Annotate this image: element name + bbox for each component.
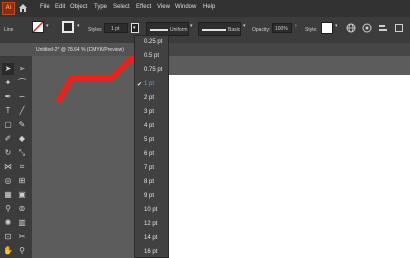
stroke-option-2[interactable]: 2 pt bbox=[144, 95, 154, 101]
paintbrush-icon[interactable]: ✎ bbox=[17, 120, 27, 130]
eyedropper-icon[interactable]: ⚲ bbox=[3, 204, 13, 214]
magic-wand-icon[interactable]: ✦ bbox=[3, 78, 13, 88]
selection-tool-icon[interactable]: ➤ bbox=[3, 64, 13, 74]
menu-bar: Ai File Edit Object Type Select Effect V… bbox=[0, 0, 410, 17]
menu-select[interactable]: Select bbox=[113, 4, 130, 10]
mesh-tool-icon[interactable]: ▦ bbox=[3, 190, 13, 200]
menu-type[interactable]: Type bbox=[94, 4, 107, 10]
shape-builder-icon[interactable]: ◎ bbox=[3, 176, 13, 186]
document-tab-title: Untitled-2* @ 78.64 % (CMYK/Preview) bbox=[36, 47, 124, 53]
chevron-down-icon: ▾ bbox=[133, 25, 136, 31]
document-tab-bar: Untitled-2* @ 78.64 % (CMYK/Preview) bbox=[32, 43, 410, 56]
red-stroke-path[interactable] bbox=[55, 56, 142, 104]
gradient-tool-icon[interactable]: ▣ bbox=[17, 190, 27, 200]
brush-definition[interactable]: Basic bbox=[198, 22, 241, 36]
line-tool-icon[interactable]: ╱ bbox=[17, 106, 27, 116]
column-graph-icon[interactable]: ▥ bbox=[17, 218, 27, 228]
variable-width-profile[interactable]: Uniform bbox=[146, 22, 189, 36]
app-logo: Ai bbox=[2, 2, 15, 15]
tools-panel: ➤ ➢ ✦ ⌒ ✒ ∽ T ╱ ▢ ✎ ✐ ◆ ↻ ⤡ ⋈ ⌗ ◎ ⊞ ▦ ▣ … bbox=[0, 56, 32, 258]
profile-label: Uniform bbox=[170, 27, 188, 33]
opacity-label: Opacity: bbox=[252, 27, 271, 33]
stroke-option-8[interactable]: 8 pt bbox=[144, 179, 154, 185]
free-transform-icon[interactable]: ⌗ bbox=[17, 162, 27, 172]
style-label: Style: bbox=[305, 27, 318, 33]
checkmark-icon: ✔ bbox=[137, 82, 143, 88]
stroke-option-1-selected[interactable]: 1 pt bbox=[144, 81, 154, 87]
symbol-sprayer-icon[interactable]: ✺ bbox=[3, 218, 13, 228]
artboard[interactable] bbox=[168, 75, 410, 258]
stroke-option-0-25[interactable]: 0.25 pt bbox=[144, 39, 162, 45]
brush-dropdown-icon[interactable]: ▾ bbox=[243, 23, 246, 29]
styles-label: Styles bbox=[88, 27, 102, 33]
width-tool-icon[interactable]: ⋈ bbox=[3, 162, 13, 172]
stroke-option-9[interactable]: 9 pt bbox=[144, 193, 154, 199]
home-icon[interactable] bbox=[18, 3, 28, 13]
menu-edit[interactable]: Edit bbox=[55, 4, 65, 10]
menu-effect[interactable]: Effect bbox=[136, 4, 151, 10]
align-icon[interactable] bbox=[378, 23, 388, 33]
blend-tool-icon[interactable]: ⊚ bbox=[17, 204, 27, 214]
stroke-option-14[interactable]: 14 pt bbox=[144, 235, 157, 241]
perspective-grid-icon[interactable]: ⊞ bbox=[17, 176, 27, 186]
scale-tool-icon[interactable]: ⤡ bbox=[17, 148, 27, 158]
rectangle-tool-icon[interactable]: ▢ bbox=[3, 120, 13, 130]
fill-dropdown-icon[interactable]: ▾ bbox=[46, 23, 49, 29]
stroke-option-16[interactable]: 16 pt bbox=[144, 249, 157, 255]
rotate-tool-icon[interactable]: ↻ bbox=[3, 148, 13, 158]
style-dropdown-icon[interactable]: ▾ bbox=[335, 23, 338, 29]
menu-view[interactable]: View bbox=[157, 4, 170, 10]
fill-swatch[interactable] bbox=[32, 21, 44, 33]
graphic-style-swatch[interactable] bbox=[321, 22, 333, 34]
stroke-option-4[interactable]: 4 pt bbox=[144, 123, 154, 129]
brush-label: Basic bbox=[228, 27, 241, 33]
curvature-tool-icon[interactable]: ∽ bbox=[17, 92, 27, 102]
stroke-option-0-75[interactable]: 0.75 pt bbox=[144, 67, 162, 73]
type-tool-icon[interactable]: T bbox=[3, 106, 13, 116]
brush-line bbox=[202, 29, 226, 31]
recolor-icon[interactable] bbox=[362, 23, 372, 33]
stroke-weight-field[interactable]: 1 pt bbox=[104, 23, 128, 33]
stroke-option-12[interactable]: 12 pt bbox=[144, 221, 157, 227]
stroke-weight-value: 1 pt bbox=[111, 26, 120, 32]
menu-file[interactable]: File bbox=[40, 4, 50, 10]
stroke-option-5[interactable]: 5 pt bbox=[144, 137, 154, 143]
stroke-swatch[interactable] bbox=[62, 21, 74, 33]
direct-selection-tool-icon[interactable]: ➢ bbox=[17, 64, 27, 74]
artboard-tool-icon[interactable]: ⊡ bbox=[3, 232, 13, 242]
stroke-option-7[interactable]: 7 pt bbox=[144, 165, 154, 171]
eraser-icon[interactable]: ◆ bbox=[17, 134, 27, 144]
pen-tool-icon[interactable]: ✒ bbox=[3, 92, 13, 102]
menu-window[interactable]: Window bbox=[175, 4, 196, 10]
stroke-option-6[interactable]: 6 pt bbox=[144, 151, 154, 157]
globe-icon[interactable] bbox=[346, 23, 356, 33]
profile-line bbox=[150, 29, 168, 31]
selection-type-label: Line bbox=[4, 27, 14, 33]
transform-icon[interactable] bbox=[394, 23, 404, 33]
stroke-dropdown-icon[interactable]: ▾ bbox=[77, 23, 80, 29]
zoom-tool-icon[interactable]: ⚲ bbox=[17, 246, 27, 256]
stroke-weight-dropdown-list: 0.25 pt 0.5 pt 0.75 pt ✔ 1 pt 2 pt 3 pt … bbox=[134, 35, 169, 258]
menu-help[interactable]: Help bbox=[203, 4, 215, 10]
control-bar: Line ▾ ▾ Styles 1 pt ▾ Uniform ▾ Basic ▾… bbox=[0, 17, 410, 43]
profile-dropdown-icon[interactable]: ▾ bbox=[190, 23, 193, 29]
opacity-value: 100% bbox=[275, 26, 288, 32]
hand-tool-icon[interactable]: ✋ bbox=[3, 246, 13, 256]
opacity-arrow-icon[interactable]: › bbox=[295, 23, 297, 29]
document-tab[interactable]: Untitled-2* @ 78.64 % (CMYK/Preview) bbox=[32, 43, 134, 56]
stroke-option-0-5[interactable]: 0.5 pt bbox=[144, 53, 159, 59]
lasso-icon[interactable]: ⌒ bbox=[17, 78, 27, 88]
opacity-field[interactable]: 100% bbox=[272, 23, 292, 33]
slice-tool-icon[interactable]: ✂ bbox=[17, 232, 27, 242]
shaper-tool-icon[interactable]: ✐ bbox=[3, 134, 13, 144]
stroke-weight-dropdown-button[interactable]: ▾ bbox=[131, 23, 139, 33]
stroke-option-10[interactable]: 10 pt bbox=[144, 207, 157, 213]
menu-object[interactable]: Object bbox=[70, 4, 87, 10]
stroke-option-3[interactable]: 3 pt bbox=[144, 109, 154, 115]
